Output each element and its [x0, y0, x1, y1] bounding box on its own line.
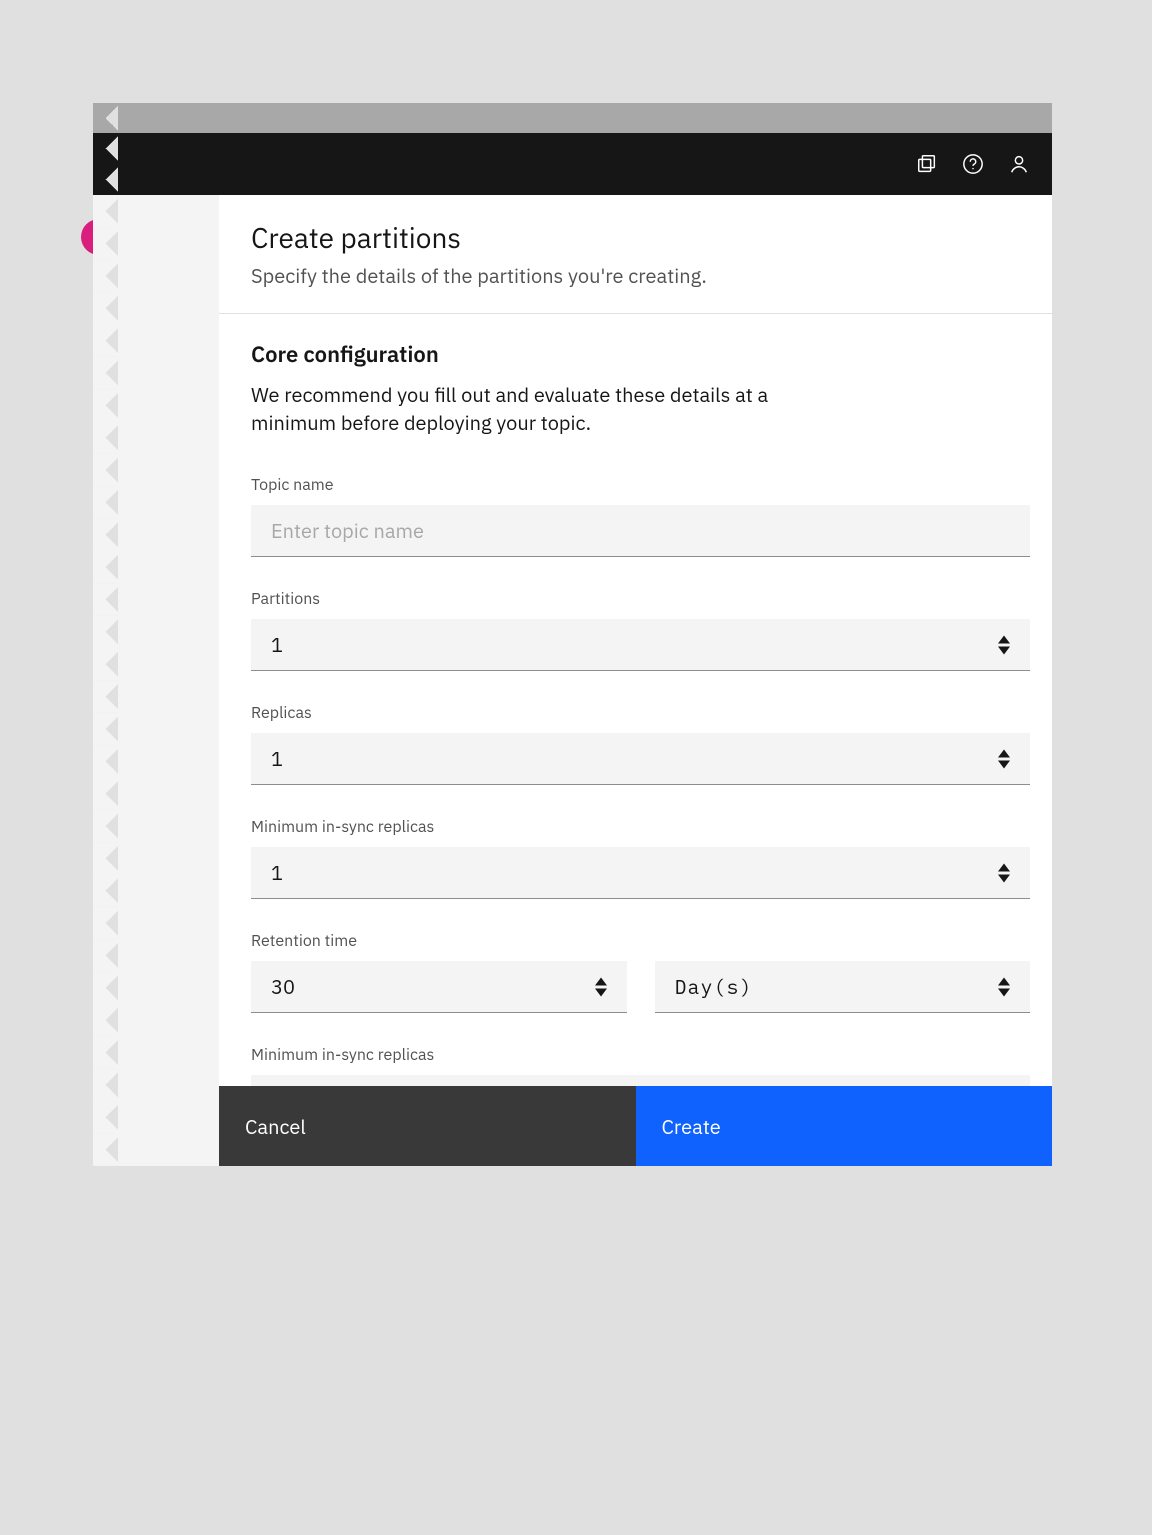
replicas-field: Replicas 1: [251, 703, 1030, 785]
retention-unit-select[interactable]: Day(s): [655, 961, 1031, 1013]
stepper-control[interactable]: [998, 749, 1010, 768]
field-label: Minimum in-sync replicas: [251, 817, 1030, 837]
field-label: Replicas: [251, 703, 1030, 723]
retention-value: 30: [271, 973, 295, 1000]
panel-footer: Cancel Create: [219, 1086, 1052, 1166]
stepper-control[interactable]: [998, 977, 1010, 996]
cancel-button[interactable]: Cancel: [219, 1086, 636, 1166]
zigzag-edge: [93, 195, 118, 1166]
partitions-value: 1: [271, 631, 283, 658]
stepper-control[interactable]: [595, 977, 607, 996]
panel-subtitle: Specify the details of the partitions yo…: [251, 262, 1020, 289]
panel-title: Create partitions: [251, 219, 1020, 256]
step-down-icon[interactable]: [998, 874, 1010, 882]
section-description: We recommend you fill out and evaluate t…: [251, 381, 831, 437]
topic-name-field: Topic name: [251, 475, 1030, 557]
retention-field: Retention time 30 Day(s): [251, 931, 1030, 1013]
min-isr-2-value: 1: [271, 1081, 283, 1086]
stepper-control[interactable]: [998, 863, 1010, 882]
step-up-icon[interactable]: [998, 635, 1010, 643]
retention-unit-value: Day(s): [675, 973, 753, 1000]
zigzag-edge: [93, 133, 118, 195]
replicas-stepper[interactable]: 1: [251, 733, 1030, 785]
zigzag-edge: [93, 103, 118, 133]
step-down-icon[interactable]: [595, 988, 607, 996]
min-isr-stepper[interactable]: 1: [251, 847, 1030, 899]
step-down-icon[interactable]: [998, 760, 1010, 768]
partitions-stepper[interactable]: 1: [251, 619, 1030, 671]
step-up-icon[interactable]: [998, 977, 1010, 985]
create-button[interactable]: Create: [636, 1086, 1053, 1166]
partitions-field: Partitions 1: [251, 589, 1030, 671]
help-icon[interactable]: [960, 151, 986, 177]
field-label: Partitions: [251, 589, 1030, 609]
step-up-icon[interactable]: [595, 977, 607, 985]
field-label: Topic name: [251, 475, 1030, 495]
section-title: Core configuration: [251, 340, 1030, 369]
replicas-value: 1: [271, 745, 283, 772]
topic-name-input[interactable]: [251, 505, 1030, 557]
step-down-icon[interactable]: [998, 646, 1010, 654]
min-isr-field: Minimum in-sync replicas 1: [251, 817, 1030, 899]
panel-header: Create partitions Specify the details of…: [219, 195, 1052, 314]
step-up-icon[interactable]: [998, 749, 1010, 757]
copy-icon[interactable]: [914, 151, 940, 177]
global-toolbar: [105, 133, 1052, 195]
panel-body: Core configuration We recommend you fill…: [219, 314, 1052, 1086]
step-down-icon[interactable]: [998, 988, 1010, 996]
create-partitions-panel: Create partitions Specify the details of…: [219, 195, 1052, 1166]
min-isr-2-stepper[interactable]: 1: [251, 1075, 1030, 1086]
step-up-icon[interactable]: [998, 863, 1010, 871]
stepper-control[interactable]: [998, 635, 1010, 654]
field-label: Minimum in-sync replicas: [251, 1045, 1030, 1065]
window-chrome-strip: [105, 103, 1052, 133]
retention-value-stepper[interactable]: 30: [251, 961, 627, 1013]
field-label: Retention time: [251, 931, 1030, 951]
user-icon[interactable]: [1006, 151, 1032, 177]
min-isr-value: 1: [271, 859, 283, 886]
min-isr-field-2: Minimum in-sync replicas 1: [251, 1045, 1030, 1086]
